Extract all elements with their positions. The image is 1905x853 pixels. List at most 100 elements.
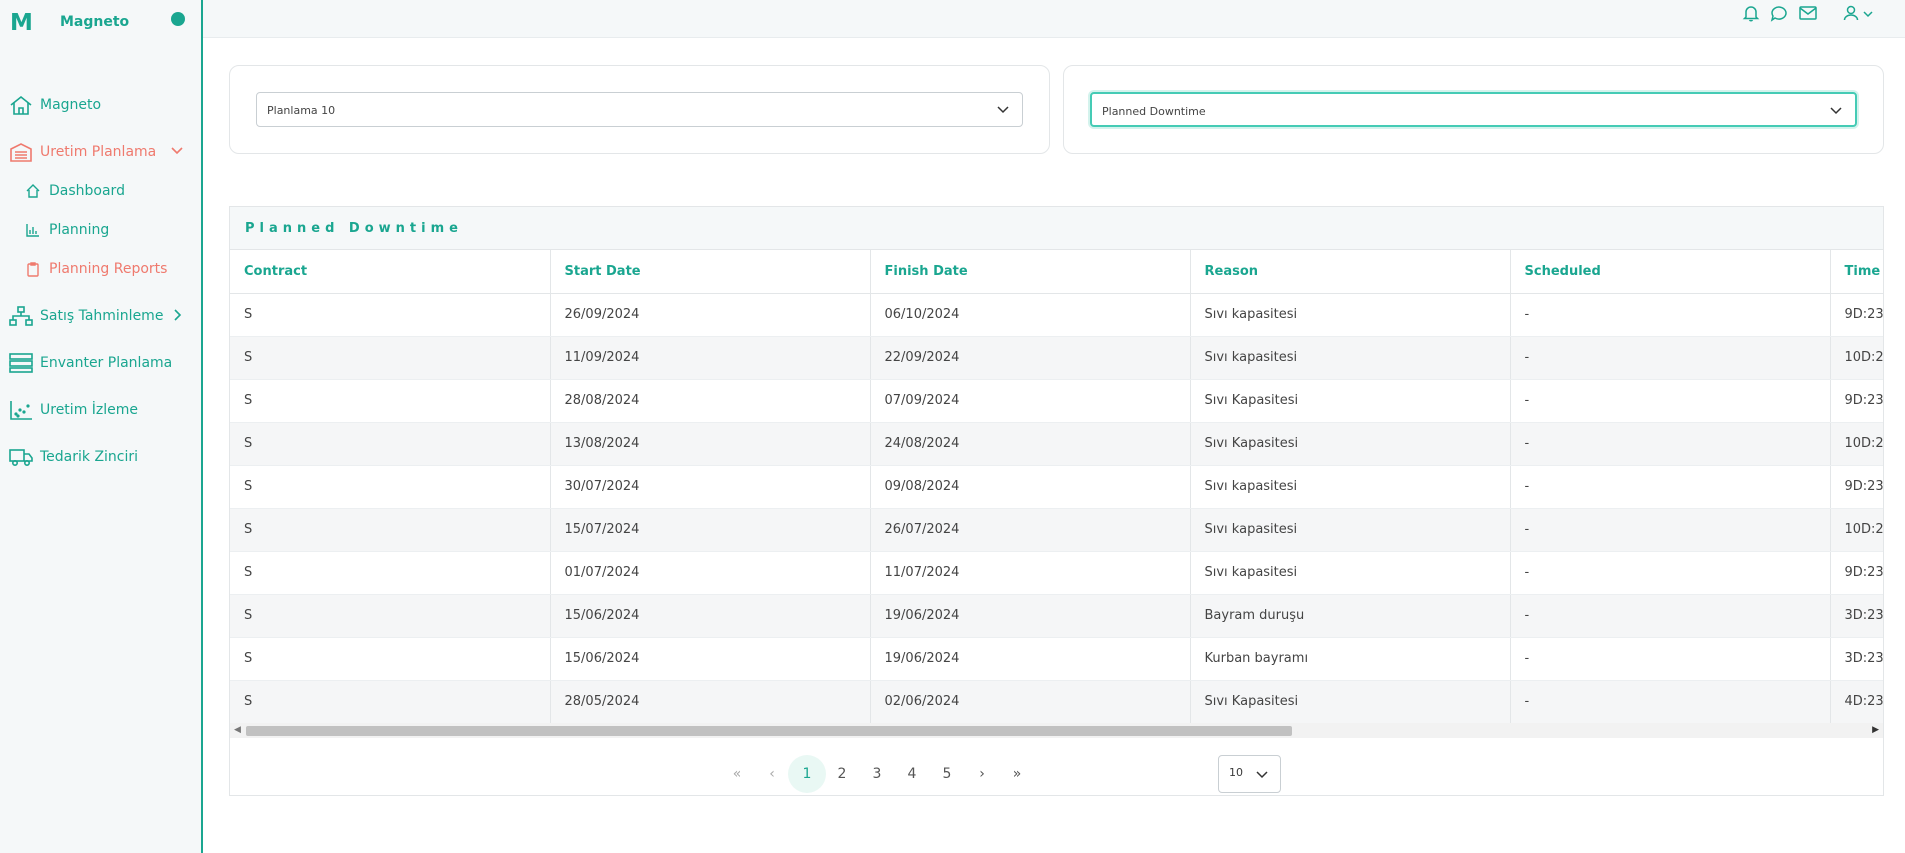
page-size-select[interactable]: 10 [1218,755,1281,793]
cell-contract: S [230,293,551,337]
table-row[interactable]: S 28/05/2024 02/06/2024 Sıvı Kapasitesi -4D:… [230,680,1883,723]
chat-icon[interactable] [1769,3,1789,23]
plan-filter-card: Planlama 10 [229,65,1050,154]
cell-contract: S [230,637,551,681]
cell-scheduled: - [1510,508,1831,552]
cell-start-date: 13/08/2024 [550,422,871,466]
home-icon [26,184,40,198]
table-header-row: Contract Start Date Finish Date Reason S… [230,250,1883,294]
scroll-left-icon[interactable]: ◀ [234,725,241,735]
column-header-contract[interactable]: Contract [230,250,551,294]
sidebar-item-uretim-planlama[interactable]: Uretim Planlama [0,137,200,167]
column-header-time[interactable]: Time [1830,250,1883,294]
horizontal-scrollbar[interactable]: ◀ ▶ [230,723,1883,738]
next-page-button[interactable]: › [963,755,1001,793]
column-header-start-date[interactable]: Start Date [550,250,871,294]
table-row[interactable]: S 15/06/2024 19/06/2024 Kurban bayramı -3D:2… [230,637,1883,681]
table-row[interactable]: S 28/08/2024 07/09/2024 Sıvı Kapasitesi -9D:… [230,379,1883,423]
sidebar-item-envanter-planlama[interactable]: Envanter Planlama [0,348,200,378]
column-header-finish-date[interactable]: Finish Date [870,250,1191,294]
cell-time: 9D:23H [1830,293,1883,337]
chevron-down-icon [1256,771,1268,779]
page-size-value: 10 [1229,766,1243,779]
cell-contract: S [230,379,551,423]
cell-reason: Sıvı Kapasitesi [1190,379,1511,423]
report-type-select-value: Planned Downtime [1102,105,1206,118]
sidebar-item-tedarik-zinciri[interactable]: Tedarik Zinciri [0,442,200,472]
report-filter-card: Planned Downtime [1063,65,1884,154]
table-row[interactable]: S 11/09/2024 22/09/2024 Sıvı kapasitesi -10D… [230,336,1883,380]
cell-reason: Sıvı kapasitesi [1190,508,1511,552]
sidebar-item-label: Envanter Planlama [40,355,173,371]
table-row[interactable]: S 15/06/2024 19/06/2024 Bayram duruşu -3D:23… [230,594,1883,638]
cell-scheduled: - [1510,336,1831,380]
chevron-down-icon [1830,107,1842,115]
first-page-button[interactable]: « [718,755,756,793]
chevron-right-icon [174,309,182,321]
report-type-select[interactable]: Planned Downtime [1090,92,1857,127]
page-button-2[interactable]: 2 [823,755,861,793]
home-icon [10,95,32,115]
table-row[interactable]: S 15/07/2024 26/07/2024 Sıvı kapasitesi -10D… [230,508,1883,552]
bell-icon[interactable] [1741,3,1761,23]
scroll-right-icon[interactable]: ▶ [1872,725,1879,735]
scatter-chart-icon [10,401,32,420]
table-row[interactable]: S 13/08/2024 24/08/2024 Sıvı Kapasitesi -10D… [230,422,1883,466]
sidebar-subitem-planning[interactable]: Planning [0,217,200,243]
sidebar-subitem-planning-reports[interactable]: Planning Reports [0,256,200,282]
downtime-table-panel: Planned Downtime Contract Start Date Fin… [229,206,1884,796]
bar-chart-icon [26,224,39,237]
cell-time: 9D:23H [1830,379,1883,423]
downtime-table: Contract Start Date Finish Date Reason S… [230,250,1883,723]
page-button-5[interactable]: 5 [928,755,966,793]
brand-logo: M [10,10,33,36]
cell-finish-date: 11/07/2024 [870,551,1191,595]
table-row[interactable]: S 26/09/2024 06/10/2024 Sıvı kapasitesi -9D:… [230,293,1883,337]
user-icon[interactable] [1841,3,1861,23]
cell-reason: Bayram duruşu [1190,594,1511,638]
sidebar-item-label: Magneto [40,97,102,113]
cell-finish-date: 09/08/2024 [870,465,1191,509]
warehouse-icon [10,143,32,162]
cell-contract: S [230,680,551,723]
prev-page-button[interactable]: ‹ [753,755,791,793]
cell-finish-date: 26/07/2024 [870,508,1191,552]
page-button-1[interactable]: 1 [788,755,826,793]
mail-icon[interactable] [1798,3,1818,23]
brand[interactable]: M Magneto [10,10,195,36]
cell-finish-date: 06/10/2024 [870,293,1191,337]
sidebar-item-label: Tedarik Zinciri [40,449,139,465]
cell-start-date: 15/06/2024 [550,594,871,638]
cell-contract: S [230,422,551,466]
sidebar-item-magneto[interactable]: Magneto [0,90,200,120]
cell-contract: S [230,336,551,380]
plan-select[interactable]: Planlama 10 [256,92,1023,127]
cell-time: 10D:23H [1830,336,1883,380]
cell-contract: S [230,594,551,638]
sidebar-subitem-dashboard[interactable]: Dashboard [0,178,200,204]
table-row[interactable]: S 01/07/2024 11/07/2024 Sıvı kapasitesi -9D:… [230,551,1883,595]
sidebar-subitem-label: Dashboard [49,183,125,199]
page-button-4[interactable]: 4 [893,755,931,793]
cell-start-date: 26/09/2024 [550,293,871,337]
cell-scheduled: - [1510,293,1831,337]
sidebar-subitem-label: Planning [49,222,110,238]
scrollbar-thumb[interactable] [246,726,1292,736]
cell-scheduled: - [1510,637,1831,681]
sidebar-item-label: Uretim İzleme [40,402,139,418]
chevron-down-icon[interactable] [1861,3,1875,23]
last-page-button[interactable]: » [998,755,1036,793]
column-header-scheduled[interactable]: Scheduled [1510,250,1831,294]
page-button-3[interactable]: 3 [858,755,896,793]
cell-finish-date: 24/08/2024 [870,422,1191,466]
sidebar-item-satis-tahminleme[interactable]: Satış Tahminleme [0,301,200,331]
column-header-reason[interactable]: Reason [1190,250,1511,294]
table-scroll-area[interactable]: Contract Start Date Finish Date Reason S… [230,250,1883,723]
table-row[interactable]: S 30/07/2024 09/08/2024 Sıvı kapasitesi -9D:… [230,465,1883,509]
cell-reason: Kurban bayramı [1190,637,1511,681]
cell-start-date: 01/07/2024 [550,551,871,595]
cell-time: 10D:23H [1830,422,1883,466]
network-icon [9,306,33,326]
sidebar: M Magneto Magneto Uretim Planlama Dashbo… [0,0,203,853]
sidebar-item-uretim-izleme[interactable]: Uretim İzleme [0,395,200,425]
